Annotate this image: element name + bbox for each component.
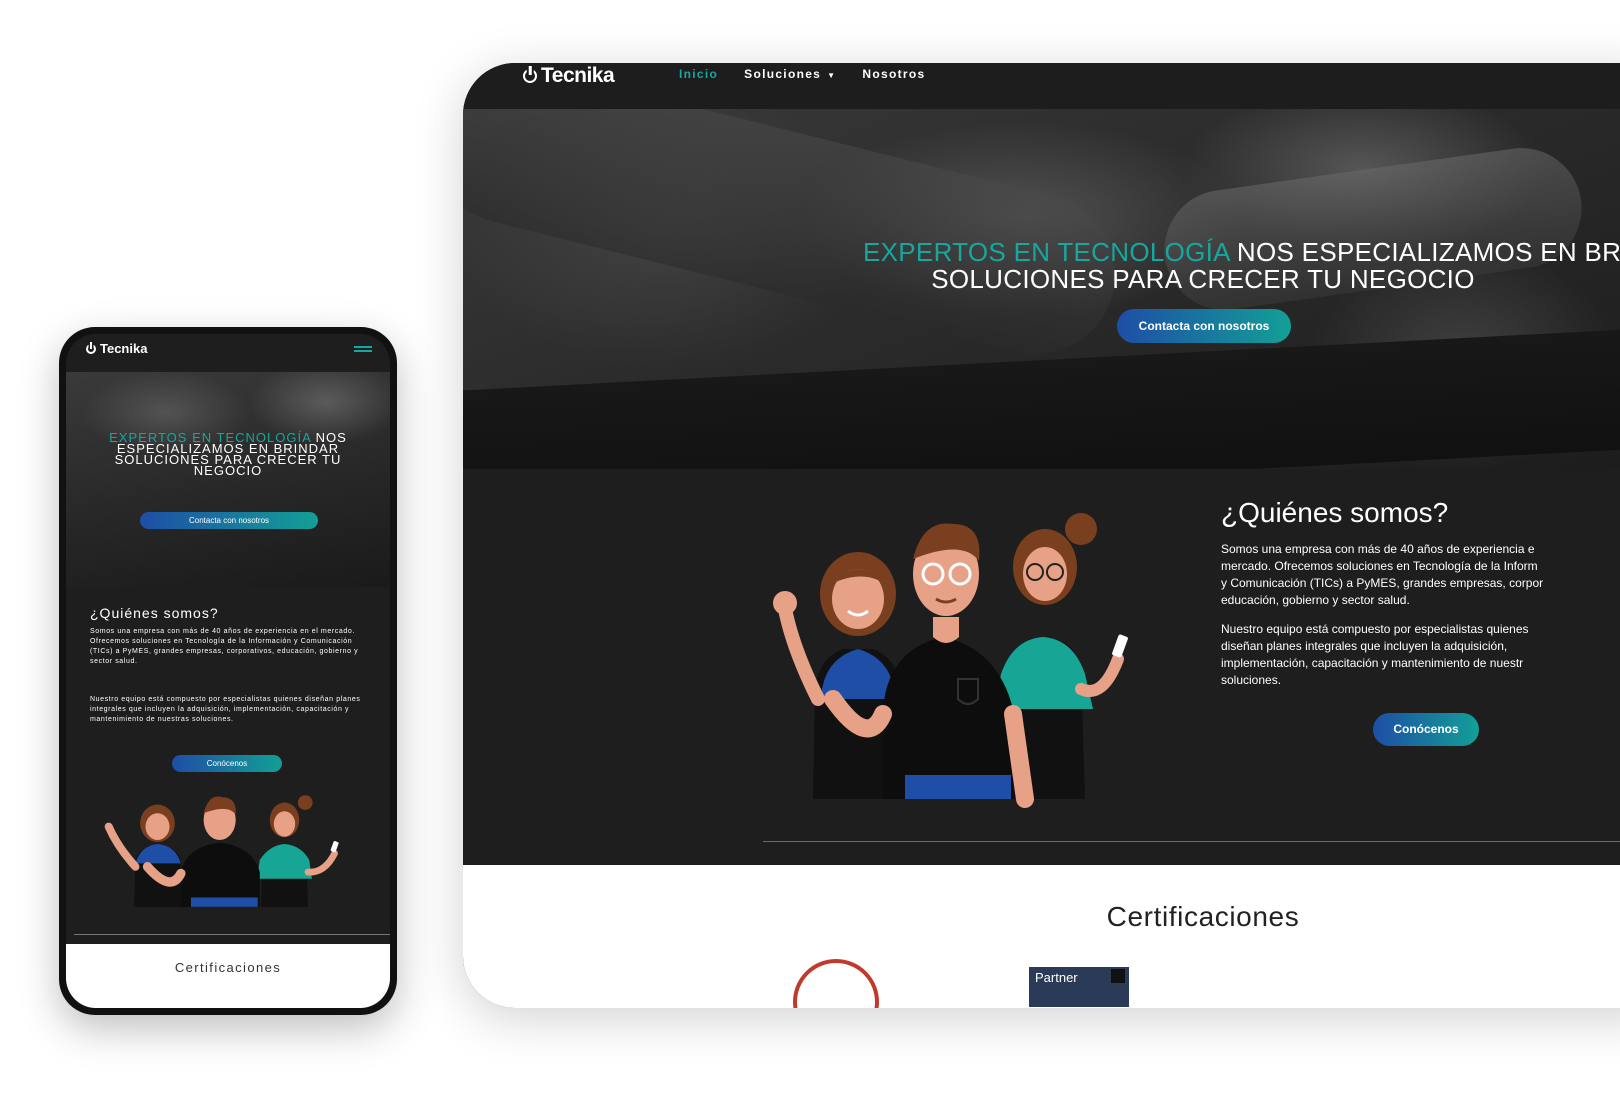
mobile-conocenos-button[interactable]: Conócenos xyxy=(172,755,282,772)
section-divider xyxy=(763,841,1620,842)
mobile-hero: EXPERTOS EN TECNOLOGÍA NOS ESPECIALIZAMO… xyxy=(66,372,390,587)
mobile-about-section: ¿Quiénes somos? Somos una empresa con má… xyxy=(66,587,390,944)
mobile-certifications-heading: Certificaciones xyxy=(174,960,282,975)
nav-item-nosotros[interactable]: Nosotros xyxy=(862,67,925,81)
mobile-logo[interactable]: Tecnika xyxy=(86,341,147,356)
partner-badge-icon xyxy=(1111,969,1125,983)
desktop-nav-menu: Inicio Soluciones ▼ Nosotros xyxy=(679,67,925,81)
about-p2-line: Nuestro equipo está compuesto por especi… xyxy=(1221,622,1529,636)
partner-badge: Partner xyxy=(1029,967,1129,1007)
contact-us-button[interactable]: Contacta con nosotros xyxy=(1117,309,1291,343)
team-illustration xyxy=(773,513,1128,808)
about-heading: ¿Quiénes somos? xyxy=(1221,497,1449,528)
power-icon xyxy=(523,69,537,83)
hamburger-menu-icon[interactable] xyxy=(354,346,372,354)
conocenos-button[interactable]: Conócenos xyxy=(1373,713,1479,746)
about-p2-line: diseñan planes integrales que incluyen l… xyxy=(1221,639,1508,653)
mobile-navbar: Tecnika xyxy=(66,334,390,372)
certifications-heading: Certificaciones xyxy=(1106,901,1300,932)
desktop-logo[interactable]: Tecnika xyxy=(523,63,615,89)
mobile-about-heading: ¿Quiénes somos? xyxy=(90,605,219,621)
hero-title: EXPERTOS EN TECNOLOGÍA NOS ESPECIALIZAMO… xyxy=(743,239,1620,293)
mobile-section-divider xyxy=(74,934,390,935)
desktop-certifications-section: Certificaciones Partner xyxy=(463,865,1620,1008)
hero-title-line2: SOLUCIONES PARA CRECER TU NEGOCIO xyxy=(931,264,1475,294)
phone-screen: Tecnika EXPERTOS EN TECNOLOGÍA NOS ESPEC… xyxy=(66,334,390,1008)
desktop-hero: EXPERTOS EN TECNOLOGÍA NOS ESPECIALIZAMO… xyxy=(463,109,1620,469)
desktop-about-section: ¿Quiénes somos? Somos una empresa con má… xyxy=(463,469,1620,865)
about-paragraph-2: Nuestro equipo está compuesto por especi… xyxy=(1221,621,1620,689)
nav-item-soluciones[interactable]: Soluciones ▼ xyxy=(744,67,836,81)
mobile-hero-title: EXPERTOS EN TECNOLOGÍA NOS ESPECIALIZAMO… xyxy=(86,431,370,477)
certification-badge-seal xyxy=(793,959,879,1008)
mobile-certifications-section: Certificaciones xyxy=(66,944,390,1008)
about-p1-line: educación, gobierno y sector salud. xyxy=(1221,593,1410,607)
hero-title-rest: NOS ESPECIALIZAMOS EN BRINDA xyxy=(1236,237,1620,267)
tablet-mockup: Tecnika Inicio Soluciones▼ Nosotros Fi E… xyxy=(463,63,1620,1008)
hero-title-highlight: EXPERTOS EN TECNOLOGÍA xyxy=(863,237,1230,267)
partner-badge-text: Partner xyxy=(1035,970,1078,985)
mobile-logo-text: Tecnika xyxy=(100,341,148,356)
mobile-about-paragraph-1: Somos una empresa con más de 40 años de … xyxy=(90,628,359,665)
nav-item-inicio[interactable]: Inicio xyxy=(679,67,718,81)
mobile-contact-button[interactable]: Contacta con nosotros xyxy=(140,512,318,529)
mobile-about-paragraph-2: Nuestro equipo está compuesto por especi… xyxy=(90,696,361,723)
about-p2-line: soluciones. xyxy=(1221,673,1282,687)
chevron-down-icon: ▼ xyxy=(827,71,837,80)
about-p1-line: mercado. Ofrecemos soluciones en Tecnolo… xyxy=(1221,559,1538,573)
mobile-team-illustration xyxy=(104,795,339,907)
desktop-navbar: Tecnika Inicio Soluciones▼ Nosotros Fi xyxy=(463,63,1620,109)
about-p1-line: y Comunicación (TICs) a PyMES, grandes e… xyxy=(1221,576,1544,590)
about-p2-line: implementación, capacitación y mantenimi… xyxy=(1221,656,1524,670)
logo-text: Tecnika xyxy=(541,64,615,87)
power-icon xyxy=(86,343,96,354)
phone-mockup: Tecnika EXPERTOS EN TECNOLOGÍA NOS ESPEC… xyxy=(59,327,397,1015)
nav-item-soluciones-label: Soluciones xyxy=(744,67,822,81)
about-paragraph-1: Somos una empresa con más de 40 años de … xyxy=(1221,541,1620,609)
about-p1-line: Somos una empresa con más de 40 años de … xyxy=(1221,542,1535,556)
